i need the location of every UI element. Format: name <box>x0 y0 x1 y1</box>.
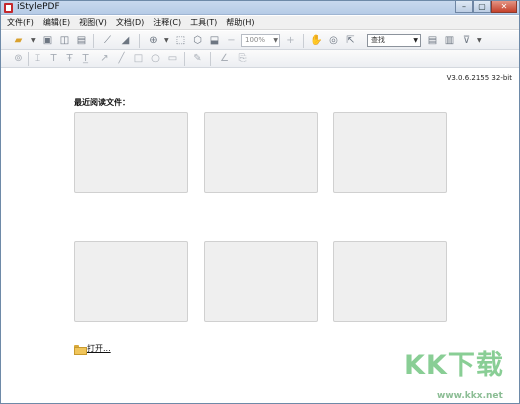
arrow-tool-icon[interactable]: ↗ <box>98 52 111 65</box>
select-tool-icon[interactable]: ⇱ <box>344 34 357 47</box>
find-previous-icon[interactable]: ▤ <box>426 34 439 47</box>
annotation-toolbar: ⊚ 𝙸 T Ŧ T̲ ↗ ╱ □ ○ ▭ ✎ ∠ ⎘ <box>1 50 519 68</box>
sign-icon[interactable]: ∠ <box>218 52 231 65</box>
search-select[interactable]: 查找 ▼ <box>367 34 421 47</box>
fit-page-icon[interactable]: ⬚ <box>174 34 187 47</box>
minimize-button[interactable]: – <box>455 1 473 13</box>
zoom-icon[interactable]: ⊕ <box>147 34 160 47</box>
rectangle-tool-icon[interactable]: □ <box>132 52 145 65</box>
save-as-icon[interactable]: ◫ <box>58 34 71 47</box>
insert-text-icon[interactable]: 𝙸 <box>31 52 44 65</box>
window-controls: – ▢ ✕ <box>455 1 517 13</box>
app-window: iStylePDF – ▢ ✕ 文件(F) 编辑(E) 视图(V) 文档(D) … <box>0 0 520 404</box>
line-tool-icon[interactable]: ╱ <box>115 52 128 65</box>
zoom-level-select[interactable]: 100% ▼ <box>241 34 280 47</box>
version-label: V3.0.6.2155 32-bit <box>446 74 512 82</box>
title-bar: iStylePDF – ▢ ✕ <box>1 1 519 15</box>
watermark-url: www.kkx.net <box>437 391 503 401</box>
close-button[interactable]: ✕ <box>491 1 517 13</box>
search-value: 查找 <box>371 36 385 44</box>
menu-edit[interactable]: 编辑(E) <box>43 17 70 28</box>
search-arrow-icon: ▼ <box>413 37 418 44</box>
recent-file-thumbnail[interactable] <box>204 241 318 322</box>
menu-comment[interactable]: 注释(C) <box>153 17 181 28</box>
open-folder-icon[interactable]: ▰ <box>12 34 25 47</box>
snapshot-icon[interactable]: ◎ <box>327 34 340 47</box>
rotate-icon[interactable]: ⬡ <box>191 34 204 47</box>
filter-dropdown-arrow-icon[interactable]: ▼ <box>477 37 482 44</box>
stamp-icon[interactable]: ⊚ <box>12 52 25 65</box>
recent-file-thumbnail[interactable] <box>333 241 447 322</box>
zoom-level-value: 100% <box>245 36 266 44</box>
watermark-logo: KK下载 <box>404 350 504 381</box>
zoom-out-icon[interactable]: − <box>225 34 238 47</box>
underline-icon[interactable]: T̲ <box>79 52 92 65</box>
pencil-tool-icon[interactable]: ✎ <box>191 52 204 65</box>
pdf-app-icon <box>4 3 13 13</box>
open-file-label: 打开... <box>87 344 111 353</box>
recent-file-thumbnail[interactable] <box>74 112 188 193</box>
attach-file-icon[interactable]: ⎘ <box>236 52 249 65</box>
recent-file-thumbnail[interactable] <box>333 112 447 193</box>
menu-bar: 文件(F) 编辑(E) 视图(V) 文档(D) 注释(C) 工具(T) 帮助(H… <box>1 16 519 30</box>
save-icon[interactable]: ▣ <box>41 34 54 47</box>
edit-text-icon[interactable]: ◢ <box>119 34 132 47</box>
zoom-level-arrow-icon: ▼ <box>273 37 278 44</box>
menu-help[interactable]: 帮助(H) <box>226 17 254 28</box>
ellipse-tool-icon[interactable]: ○ <box>149 52 162 65</box>
select-text-icon[interactable]: ⟋ <box>101 34 114 47</box>
fit-width-icon[interactable]: ⬓ <box>208 34 221 47</box>
note-icon[interactable]: ▭ <box>166 52 179 65</box>
menu-view[interactable]: 视图(V) <box>79 17 107 28</box>
maximize-button[interactable]: ▢ <box>473 1 491 13</box>
folder-icon <box>74 344 87 355</box>
recent-files-heading: 最近阅读文件： <box>74 98 130 107</box>
recent-file-thumbnail[interactable] <box>74 241 188 322</box>
open-file-link[interactable]: 打开... <box>74 343 111 355</box>
print-icon[interactable]: ▤ <box>75 34 88 47</box>
menu-document[interactable]: 文档(D) <box>116 17 144 28</box>
strikeout-icon[interactable]: Ŧ <box>63 52 76 65</box>
recent-file-thumbnail[interactable] <box>204 112 318 193</box>
find-next-icon[interactable]: ▥ <box>443 34 456 47</box>
menu-file[interactable]: 文件(F) <box>7 17 34 28</box>
hand-tool-icon[interactable]: ✋ <box>310 34 323 47</box>
zoom-in-icon[interactable]: + <box>284 34 297 47</box>
typewriter-icon[interactable]: T <box>47 52 60 65</box>
main-toolbar: ▰ ▼ ▣ ◫ ▤ ⟋ ◢ ⊕ ▼ ⬚ ⬡ ⬓ − 100% ▼ + ✋ ◎ ⇱… <box>1 31 519 50</box>
zoom-dropdown-arrow-icon[interactable]: ▼ <box>164 37 169 44</box>
window-title: iStylePDF <box>17 2 60 12</box>
open-dropdown-arrow-icon[interactable]: ▼ <box>31 37 36 44</box>
filter-icon[interactable]: ⊽ <box>460 34 473 47</box>
menu-tools[interactable]: 工具(T) <box>190 17 217 28</box>
